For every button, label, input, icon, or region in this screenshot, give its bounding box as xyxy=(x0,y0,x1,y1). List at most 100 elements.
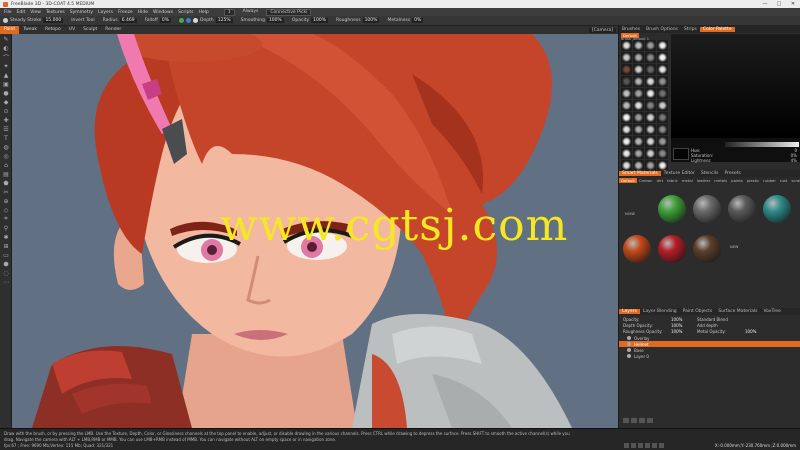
brush-thumbnail[interactable] xyxy=(633,88,644,99)
menu-symmetry[interactable]: Symmetry xyxy=(70,10,93,15)
depth-option[interactable]: Depth 125% xyxy=(200,18,233,23)
tool-icon-17[interactable]: ⬟ xyxy=(1,179,11,187)
brush-thumbnail[interactable] xyxy=(645,64,656,75)
brush-thumbnail[interactable] xyxy=(621,100,632,111)
tab-brushes[interactable]: Brushes xyxy=(619,27,643,32)
visibility-eye-icon[interactable] xyxy=(627,336,631,340)
tool-icon-6[interactable]: ▣ xyxy=(1,80,11,88)
brush-thumbnail[interactable] xyxy=(657,124,668,135)
visibility-eye-icon[interactable] xyxy=(627,342,631,346)
tab-layer-blending[interactable]: Layer Blending xyxy=(640,309,680,314)
brush-thumbnail[interactable] xyxy=(657,88,668,99)
brush-thumbnail[interactable] xyxy=(633,64,644,75)
material-ball[interactable] xyxy=(728,195,756,223)
menu-windows[interactable]: Windows xyxy=(153,10,173,15)
color-picker[interactable]: Hue: 0 Saturation: 0% Lightness: 4% xyxy=(671,34,800,163)
layer-roughness-row[interactable]: Roughness Opacity: 100% Metal Opacity: 100% xyxy=(623,328,797,334)
brush-thumbnail[interactable] xyxy=(645,100,656,111)
menu-scripts[interactable]: Scripts xyxy=(178,10,193,15)
tool-icon-20[interactable]: ◇ xyxy=(1,206,11,214)
tab-voxtree[interactable]: VoxTree xyxy=(760,309,783,314)
tool-icon-12[interactable]: T xyxy=(1,134,11,142)
material-filter-chip[interactable]: metal xyxy=(680,178,695,183)
metalness-option[interactable]: Metalness 0% xyxy=(387,18,424,23)
tool-icon-11[interactable]: ☰ xyxy=(1,125,11,133)
lightness-strip[interactable] xyxy=(725,142,799,147)
menu-layers[interactable]: Layers xyxy=(98,10,113,15)
tool-icon-16[interactable]: ▤ xyxy=(1,170,11,178)
material-filter-chip[interactable]: plastic xyxy=(745,178,761,183)
current-color-swatch[interactable] xyxy=(673,148,689,160)
smoothing-option[interactable]: Smoothing 100% xyxy=(241,18,284,23)
tab-uv[interactable]: UV xyxy=(65,26,79,34)
material-filter-chip[interactable]: scratches xyxy=(789,178,800,183)
brush-thumbnail[interactable] xyxy=(621,148,632,159)
layer-row[interactable]: Layer 0 xyxy=(619,353,800,359)
material-ball[interactable]: NONE xyxy=(623,202,643,222)
brush-thumbnail[interactable] xyxy=(645,136,656,147)
material-ball[interactable] xyxy=(763,195,791,223)
tab-sculpt[interactable]: Sculpt xyxy=(79,26,101,34)
brush-thumbnail[interactable] xyxy=(657,40,668,51)
material-filter-chip[interactable]: Default xyxy=(619,177,637,183)
brush-thumbnail[interactable] xyxy=(621,76,632,87)
material-filter-chip[interactable]: rubber xyxy=(761,178,778,183)
always-option[interactable]: Always xyxy=(243,9,259,16)
status-icon-5[interactable] xyxy=(652,443,657,448)
tool-icon-7[interactable]: ● xyxy=(1,89,11,97)
material-filter-chip[interactable]: Carbon xyxy=(637,178,655,183)
tool-icon-19[interactable]: ⊕ xyxy=(1,197,11,205)
menu-hide[interactable]: Hide xyxy=(138,10,148,15)
tab-color-palette[interactable]: Color Palette xyxy=(699,27,735,32)
brush-thumbnail[interactable] xyxy=(621,112,632,123)
tab-stencils[interactable]: Stencils xyxy=(698,171,722,176)
brush-thumbnail[interactable] xyxy=(633,124,644,135)
brush-thumbnail[interactable] xyxy=(645,76,656,87)
brush-thumbnail[interactable] xyxy=(657,100,668,111)
gloss-channel-icon[interactable] xyxy=(193,18,199,23)
material-filter-chip[interactable]: metals xyxy=(712,178,729,183)
material-filter-chip[interactable]: leather xyxy=(695,178,713,183)
add-layer-icon[interactable] xyxy=(623,418,629,423)
steady-stroke-toggle-icon[interactable] xyxy=(3,18,8,23)
tab-presets[interactable]: Presets xyxy=(721,171,743,176)
menu-file[interactable]: File xyxy=(4,10,12,15)
status-icon-2[interactable] xyxy=(631,443,636,448)
picking-dropdown[interactable]: Connective Picki xyxy=(266,8,312,16)
material-filter-chip[interactable]: fabric xyxy=(665,178,680,183)
brush-thumbnail[interactable] xyxy=(657,112,668,123)
tool-icon-3[interactable]: ⌒ xyxy=(1,53,11,62)
brush-thumbnail[interactable] xyxy=(645,124,656,135)
tool-icon-2[interactable]: ◐ xyxy=(1,44,11,52)
opacity-option[interactable]: Opacity 100% xyxy=(292,18,328,23)
tool-icon-22[interactable]: ⚲ xyxy=(1,224,11,232)
color-channel-icon[interactable] xyxy=(179,18,185,23)
status-icon-6[interactable] xyxy=(659,443,664,448)
menu-view[interactable]: View xyxy=(30,10,41,15)
tab-layers[interactable]: Layers xyxy=(619,309,640,314)
tab-brush-options[interactable]: Brush Options xyxy=(643,27,681,32)
brush-thumbnail[interactable] xyxy=(633,76,644,87)
brush-thumbnail[interactable] xyxy=(633,100,644,111)
tool-icon-18[interactable]: ✂ xyxy=(1,188,11,196)
tab-render[interactable]: Render xyxy=(101,26,125,34)
brush-thumbnail[interactable] xyxy=(645,52,656,63)
brush-thumbnail[interactable] xyxy=(633,148,644,159)
menu-freeze[interactable]: Freeze xyxy=(118,10,133,15)
material-ball[interactable] xyxy=(623,235,651,263)
3d-viewport[interactable]: www.cgtsj.com xyxy=(12,34,618,428)
tool-icon-13[interactable]: ◍ xyxy=(1,143,11,151)
tool-icon-9[interactable]: ⊙ xyxy=(1,107,11,115)
tool-icon-23[interactable]: ✱ xyxy=(1,233,11,241)
tab-retopo[interactable]: Retopo xyxy=(41,26,65,34)
maximize-button[interactable]: □ xyxy=(772,1,786,7)
brush-thumbnail[interactable] xyxy=(633,52,644,63)
tab-paint[interactable]: Paint xyxy=(0,26,20,34)
brush-thumbnail[interactable] xyxy=(621,40,632,51)
brush-thumbnail[interactable] xyxy=(633,136,644,147)
tool-icon-27[interactable]: ◌ xyxy=(1,269,11,277)
brush-thumbnail[interactable] xyxy=(645,148,656,159)
brush-thumbnail[interactable] xyxy=(657,64,668,75)
tool-icon-4[interactable]: ✦ xyxy=(1,62,11,70)
color-field[interactable] xyxy=(671,34,800,138)
